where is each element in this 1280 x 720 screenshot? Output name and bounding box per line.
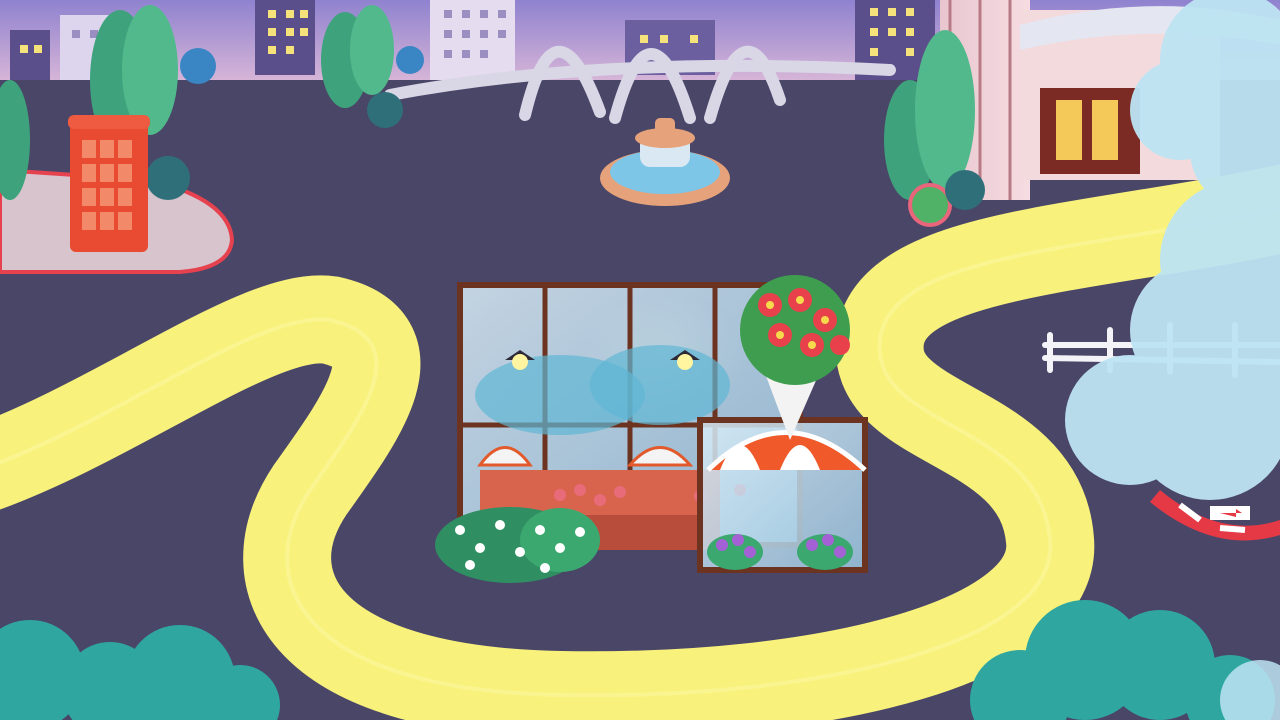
telephone-booth[interactable] xyxy=(68,115,150,252)
map-canvas xyxy=(0,0,1280,720)
level-map xyxy=(0,0,1280,720)
